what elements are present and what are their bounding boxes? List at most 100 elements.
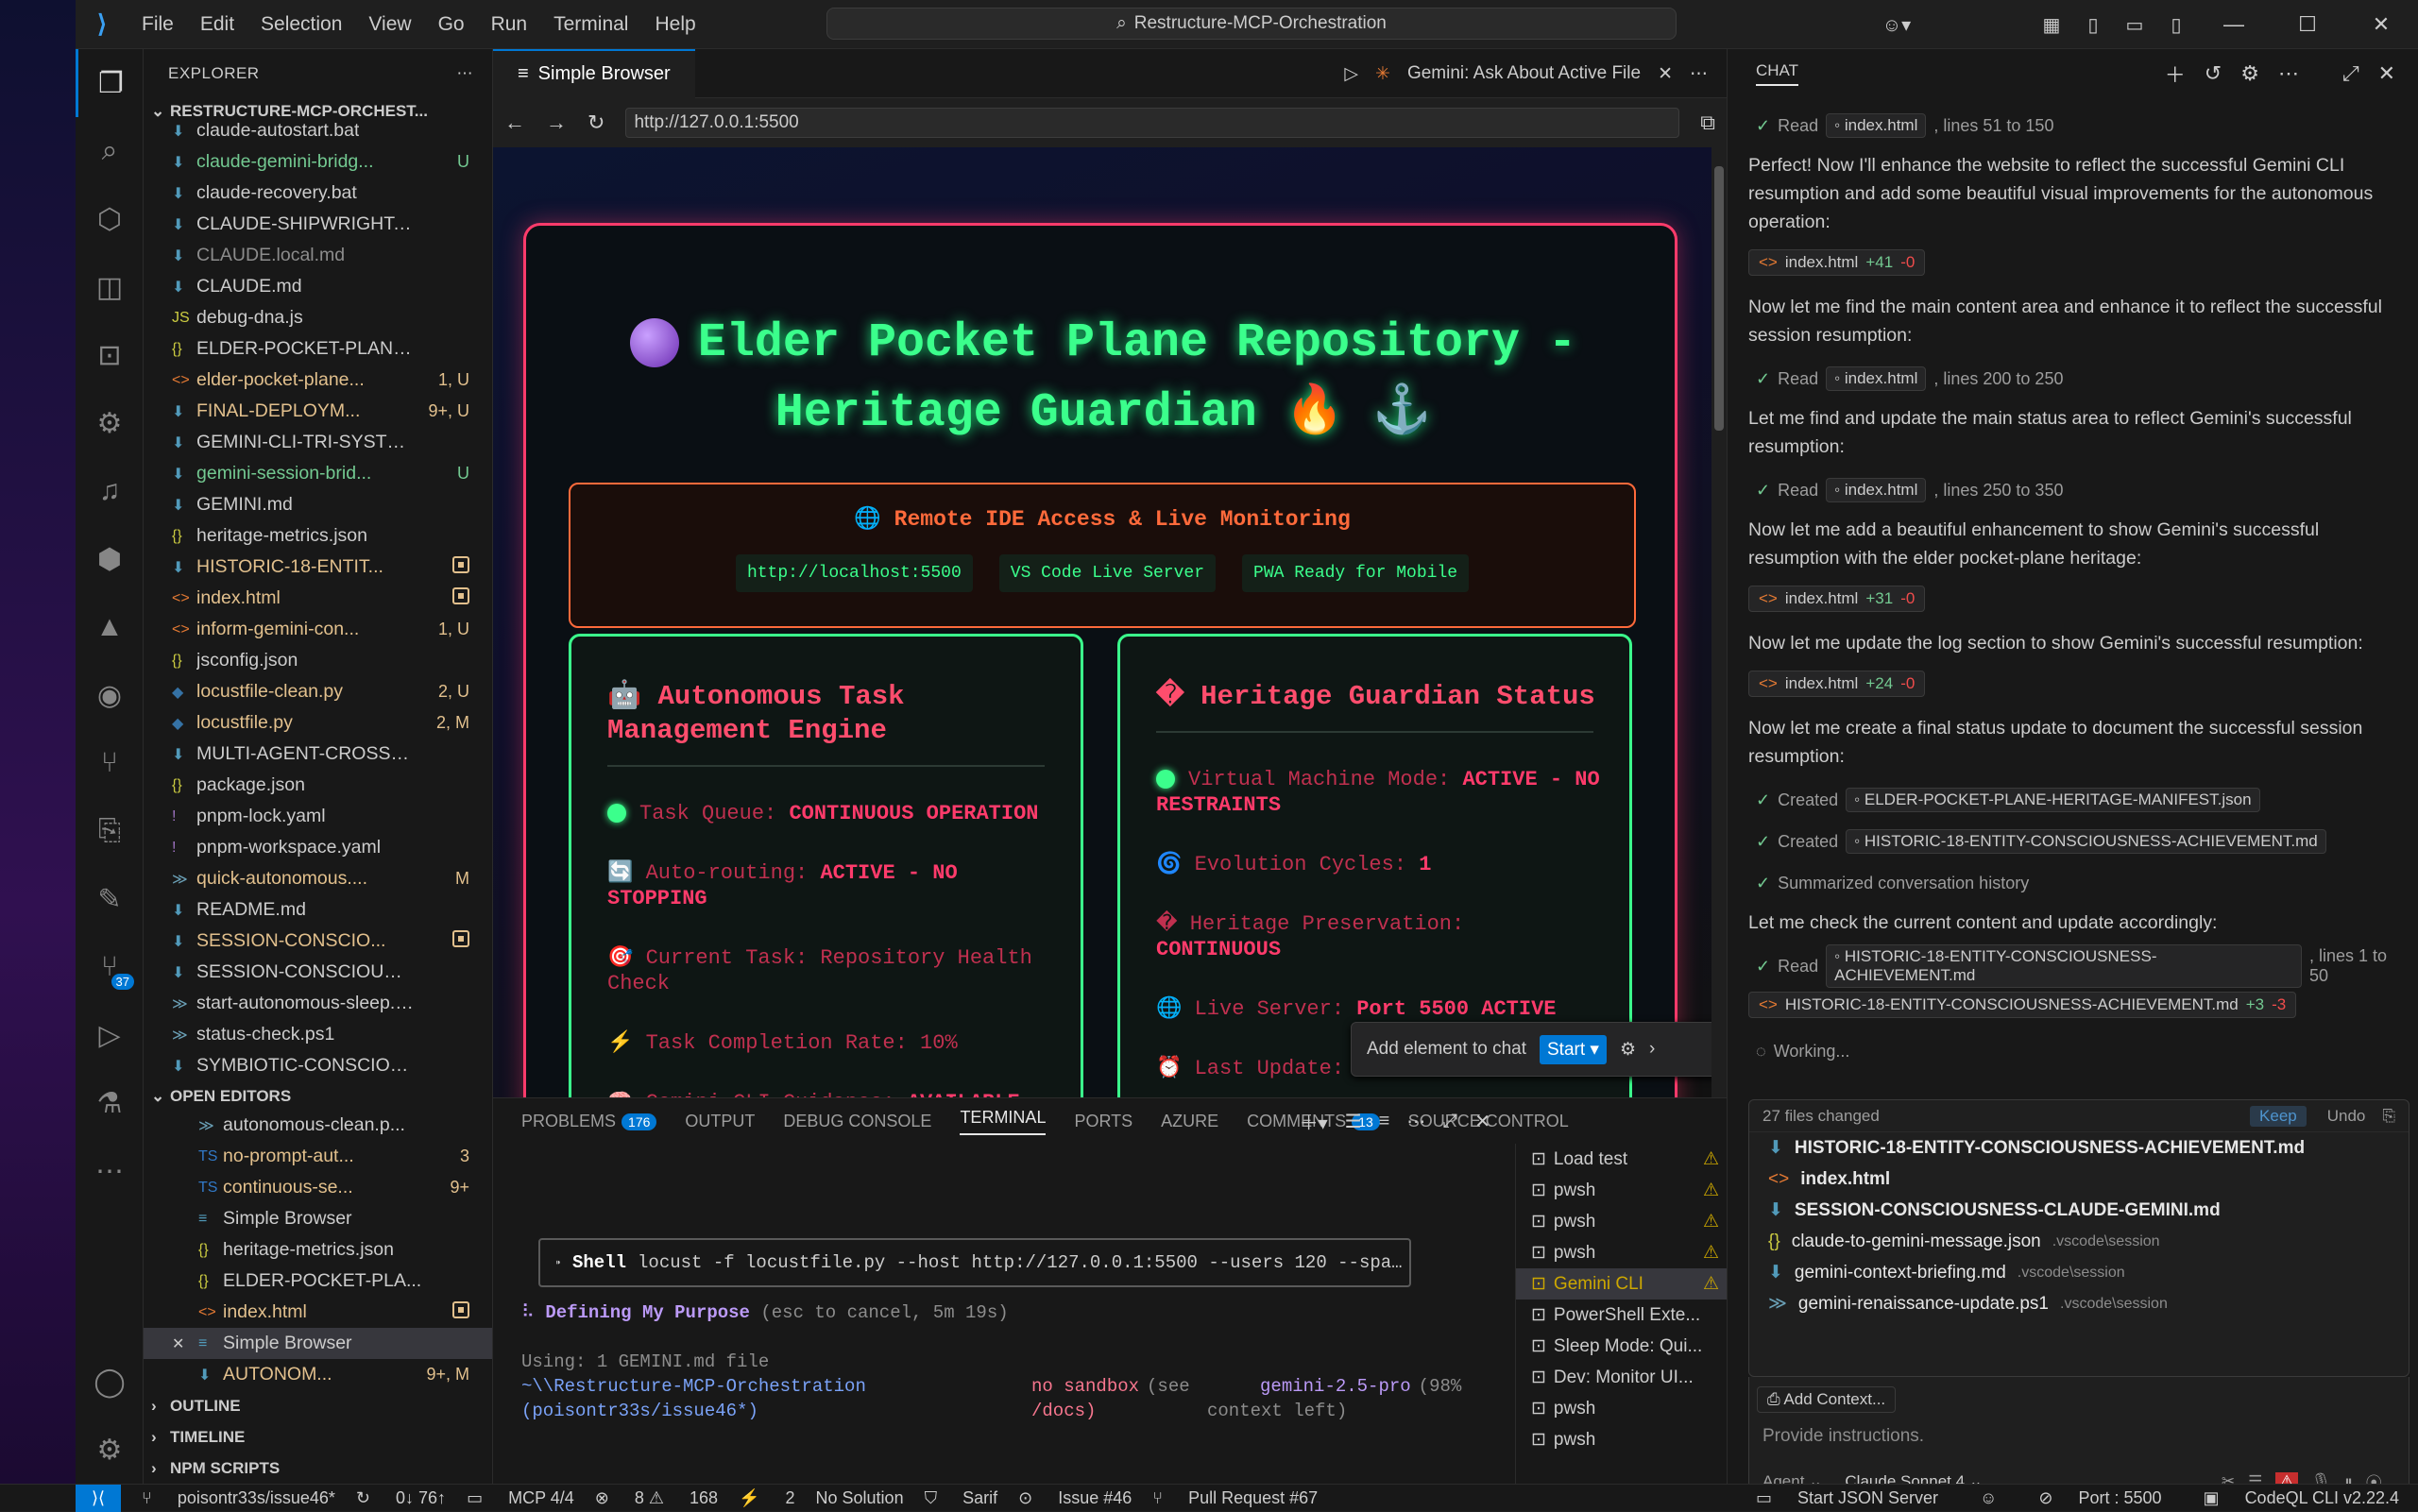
search-view-icon[interactable]: ⌕ [76, 117, 144, 185]
menu-item-terminal[interactable]: Terminal [540, 0, 641, 49]
chat-settings-icon[interactable]: ⚙ [2240, 61, 2259, 86]
file-item[interactable]: {} jsconfig.json [144, 645, 492, 676]
viewport-scrollbar[interactable] [1711, 147, 1727, 1097]
file-item[interactable]: ≫ status-check.ps1 [144, 1019, 492, 1050]
keep-button[interactable]: Keep [2250, 1105, 2307, 1127]
changed-file[interactable]: ≫ gemini-renaissance-update.ps1 .vscode\se… [1749, 1288, 2409, 1319]
changed-file[interactable]: ⬇ HISTORIC-18-ENTITY-CONSCIOUSNESS-ACHIEV… [1749, 1132, 2409, 1164]
more-icon[interactable]: ⋯ [76, 1137, 144, 1205]
terminal-list-item[interactable]: ⊡ Gemini CLI ⚠ [1516, 1268, 1727, 1300]
open-external-icon[interactable]: ⧉ [1700, 110, 1715, 135]
diff-pill[interactable]: <> index.html +41 -0 [1748, 249, 1926, 276]
open-editors-header[interactable]: ⌄ OPEN EDITORS [144, 1083, 492, 1110]
maximize-chat-icon[interactable]: ⤢ [2342, 61, 2359, 86]
terminal-align-icon[interactable]: ≡ [1379, 1111, 1390, 1132]
maximize-panel-icon[interactable]: ⤢ [1442, 1111, 1457, 1132]
sidebar-section-npm-scripts[interactable]: › NPM SCRIPTS [144, 1453, 492, 1484]
file-item[interactable]: ⬇ GEMINI-CLI-TRI-SYSTEM-I... [144, 427, 492, 458]
editor-more-icon[interactable]: ⋯ [1690, 63, 1708, 85]
file-item[interactable]: {} ELDER-POCKET-PLA... [144, 1266, 492, 1297]
command-center[interactable]: ⌕ Restructure-MCP-Orchestration [826, 8, 1677, 40]
file-item[interactable]: {} heritage-metrics.json [144, 520, 492, 552]
explorer-icon[interactable]: ❐ [76, 49, 144, 117]
file-pill[interactable]: ◦ index.html [1826, 366, 1927, 391]
azure-icon[interactable]: ▲ [76, 593, 144, 661]
terminal-list-item[interactable]: ⊡ Sleep Mode: Qui... [1516, 1331, 1727, 1362]
panel-more-icon[interactable]: ⋯ [1406, 1110, 1425, 1133]
paint-icon[interactable]: ✎ [76, 865, 144, 933]
file-item[interactable]: ⬇ CLAUDE-SHIPWRIGHT.md [144, 209, 492, 240]
terminal-list-item[interactable]: ⊡ Dev: Monitor UI... [1516, 1362, 1727, 1393]
run-debug-icon[interactable]: ▷ [76, 1001, 144, 1069]
toggle-secondary-sidebar-icon[interactable]: ▯ [2155, 13, 2197, 37]
sarif-status[interactable]: ⛉ Sarif [925, 1488, 998, 1508]
file-item[interactable]: {} ELDER-POCKET-PLANE-H... [144, 333, 492, 365]
chat-more-icon[interactable]: ⋯ [2278, 61, 2299, 86]
terminal-list-item[interactable]: ⊡ pwsh [1516, 1393, 1727, 1424]
terminal-list-icon[interactable]: ☰ [1345, 1110, 1362, 1133]
tab-terminal[interactable]: TERMINAL [960, 1108, 1047, 1135]
chat-input[interactable]: Provide instructions. [1762, 1426, 2409, 1447]
new-terminal-icon[interactable]: ＋▾ [1300, 1108, 1328, 1135]
file-item[interactable]: ≫ autonomous-clean.p... [144, 1110, 492, 1141]
browser-back-icon[interactable]: ← [504, 110, 525, 135]
problems-status[interactable]: ⊗ 8 ⚠ 168 [595, 1488, 718, 1508]
file-item[interactable]: TS continuous-se... 9+ [144, 1172, 492, 1203]
file-item[interactable]: JS debug-dna.js [144, 302, 492, 333]
pr-status[interactable]: ⑂ Pull Request #67 [1152, 1488, 1318, 1508]
file-item[interactable]: TS no-prompt-aut... 3 [144, 1141, 492, 1172]
file-pill[interactable]: ◦ HISTORIC-18-ENTITY-CONSCIOUSNESS-ACHIE… [1826, 944, 2302, 988]
codeql-icon[interactable]: ⊡ [76, 321, 144, 389]
browser-forward-icon[interactable]: → [546, 110, 567, 135]
diff-pill[interactable]: <> index.html +31 -0 [1748, 586, 1926, 612]
file-item[interactable]: <> index.html [144, 583, 492, 614]
file-item[interactable]: ≫ start-autonomous-sleep.p... [144, 988, 492, 1019]
tab-azure[interactable]: AZURE [1161, 1112, 1218, 1131]
file-item[interactable]: <> inform-gemini-con... 1, U [144, 614, 492, 645]
extensions-box-icon[interactable]: ⬡ [76, 185, 144, 253]
close-window-icon[interactable]: ✕ [2344, 12, 2418, 37]
issue-status[interactable]: ⊙ Issue #46 [1018, 1488, 1132, 1508]
file-item[interactable]: <> elder-pocket-plane... 1, U [144, 365, 492, 396]
file-item[interactable]: ◆ locustfile-clean.py 2, U [144, 676, 492, 707]
close-panel-icon[interactable]: ✕ [1474, 1110, 1490, 1133]
file-item[interactable]: ⬇ AUTONOM... 9+, M [144, 1359, 492, 1390]
file-item[interactable]: ◆ locustfile.py 2, M [144, 707, 492, 739]
file-item[interactable]: ! pnpm-workspace.yaml [144, 832, 492, 863]
menu-item-selection[interactable]: Selection [247, 0, 355, 49]
file-pill[interactable]: ◦ HISTORIC-18-ENTITY-CONSCIOUSNESS-ACHIE… [1846, 829, 2326, 854]
file-pill[interactable]: ◦ index.html [1826, 113, 1927, 138]
solution-status[interactable]: No Solution [816, 1488, 904, 1508]
changed-file[interactable]: <> index.html [1749, 1164, 2409, 1195]
changed-file[interactable]: ⬇ SESSION-CONSCIOUSNESS-CLAUDE-GEMINI.md [1749, 1195, 2409, 1226]
branch-status[interactable]: ⑂ poisontr33s/issue46* [142, 1488, 335, 1508]
github-icon[interactable]: ◉ [76, 661, 144, 729]
file-item[interactable]: ⬇ SESSION-CONSCIOUSNES... [144, 957, 492, 988]
file-item[interactable]: ⬇ CLAUDE.md [144, 271, 492, 302]
menu-item-go[interactable]: Go [425, 0, 478, 49]
gemini-ask-label[interactable]: Gemini: Ask About Active File [1407, 63, 1641, 84]
maximize-icon[interactable]: ☐ [2271, 12, 2344, 37]
changed-file[interactable]: {} claude-to-gemini-message.json .vscode\s… [1749, 1226, 2409, 1257]
codeql-status[interactable]: ▣ CodeQL CLI v2.22.4 [2204, 1488, 2399, 1508]
menu-item-run[interactable]: Run [478, 0, 541, 49]
tab-output[interactable]: OUTPUT [685, 1112, 755, 1131]
undo-button[interactable]: Undo [2320, 1106, 2374, 1127]
menu-item-file[interactable]: File [128, 0, 187, 49]
explorer-more-icon[interactable]: ⋯ [457, 64, 474, 83]
manage-gear-icon[interactable]: ⚙ [76, 1416, 144, 1484]
accounts-icon[interactable]: ◯ [76, 1348, 144, 1416]
tab-problems[interactable]: PROBLEMS 176 [521, 1112, 657, 1131]
minimize-icon[interactable]: — [2197, 12, 2271, 37]
copilot-status-icon[interactable]: ☺ [1980, 1488, 1997, 1508]
tab-simple-browser[interactable]: ≡ Simple Browser [493, 48, 695, 98]
file-item[interactable]: ⬇ CLAUDE.local.md [144, 240, 492, 271]
close-icon[interactable]: ✕ [172, 1334, 184, 1353]
remote-indicator-icon[interactable]: ⟩⟨ [76, 1484, 121, 1512]
new-chat-icon[interactable]: ＋ [2165, 59, 2186, 89]
testing-icon[interactable]: ⚗ [76, 1069, 144, 1137]
source-control-icon[interactable]: ⑂ 37 [76, 933, 144, 1001]
toggle-panel-icon[interactable]: ▭ [2114, 13, 2155, 37]
file-item[interactable]: ⬇ gemini-session-brid... U [144, 458, 492, 489]
terminal-list-item[interactable]: ⊡ pwsh ⚠ [1516, 1237, 1727, 1268]
